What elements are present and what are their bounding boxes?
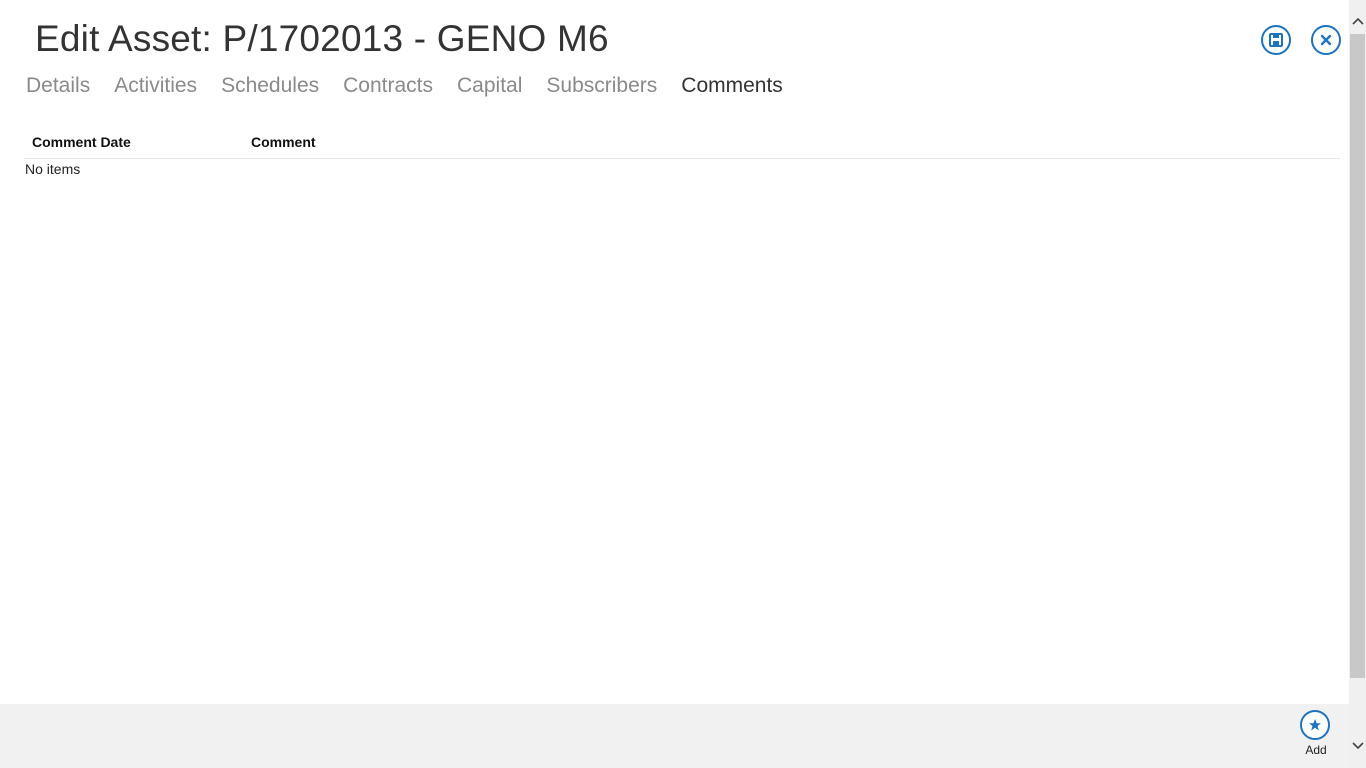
close-icon bbox=[1320, 34, 1332, 46]
page-title: Edit Asset: P/1702013 - GENO M6 bbox=[35, 18, 609, 59]
scrollbar-thumb[interactable] bbox=[1350, 34, 1365, 678]
tab-subscribers[interactable]: Subscribers bbox=[546, 74, 657, 98]
save-icon bbox=[1269, 33, 1283, 47]
column-header-comment[interactable]: Comment bbox=[251, 134, 316, 150]
tab-bar: Details Activities Schedules Contracts C… bbox=[26, 74, 807, 98]
save-button[interactable] bbox=[1261, 25, 1291, 55]
comments-table-header: Comment Date Comment bbox=[24, 134, 1340, 159]
tab-activities[interactable]: Activities bbox=[114, 74, 197, 98]
tab-contracts[interactable]: Contracts bbox=[343, 74, 433, 98]
edit-asset-page: Edit Asset: P/1702013 - GENO M6 Details … bbox=[0, 0, 1366, 768]
vertical-scrollbar[interactable] bbox=[1349, 0, 1366, 768]
scroll-down-arrow-icon[interactable] bbox=[1349, 737, 1366, 754]
column-header-comment-date[interactable]: Comment Date bbox=[32, 134, 131, 150]
add-button[interactable]: Add bbox=[1294, 709, 1338, 761]
close-button[interactable] bbox=[1311, 25, 1341, 55]
tab-details[interactable]: Details bbox=[26, 74, 90, 98]
tab-schedules[interactable]: Schedules bbox=[221, 74, 319, 98]
tab-comments[interactable]: Comments bbox=[681, 74, 783, 98]
scroll-up-arrow-icon[interactable] bbox=[1349, 12, 1366, 29]
empty-table-message: No items bbox=[25, 161, 81, 177]
app-bar bbox=[0, 704, 1349, 768]
add-button-label: Add bbox=[1305, 743, 1327, 757]
star-icon bbox=[1300, 710, 1330, 740]
tab-capital[interactable]: Capital bbox=[457, 74, 522, 98]
